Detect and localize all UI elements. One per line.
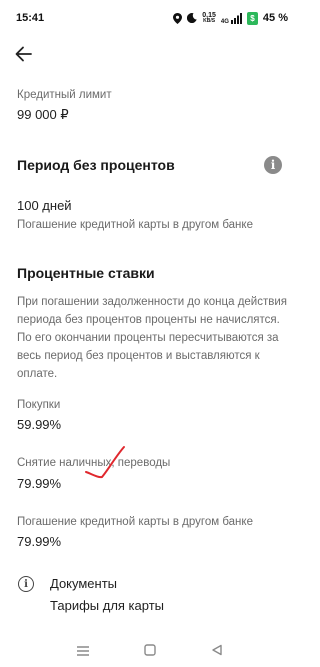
status-bar: 15:41 0,15 KB/S 4G $ 45 % <box>0 0 300 36</box>
grace-period-value: 100 дней <box>17 198 72 213</box>
credit-limit-label: Кредитный лимит <box>17 89 112 101</box>
moon-icon <box>187 13 197 23</box>
credit-limit-value: 99 000 ₽ <box>17 107 69 122</box>
nav-menu-button[interactable] <box>77 643 90 661</box>
documents-title: Документы <box>50 576 118 591</box>
rate-cash-label: Снятие наличных, переводы <box>17 457 171 469</box>
back-triangle-icon <box>211 644 222 655</box>
location-icon <box>173 12 183 24</box>
info-outline-icon: i <box>18 576 34 592</box>
grace-period-description: Погашение кредитной карты в другом банке <box>17 219 253 231</box>
signal-icon <box>230 12 242 24</box>
rate-purchases-label: Покупки <box>17 399 61 411</box>
network-type: 4G <box>220 19 229 25</box>
battery-percent: 45 % <box>262 12 288 24</box>
tariffs-link[interactable]: Тарифы для карты <box>50 598 164 613</box>
net-speed-unit: KB/S <box>203 18 216 24</box>
grace-period-title: Период без процентов <box>17 157 175 173</box>
rate-other-bank-value: 79.99% <box>17 534 62 549</box>
rate-purchases-value: 59.99% <box>17 417 62 432</box>
system-nav-bar <box>0 636 300 667</box>
nav-back-button[interactable] <box>211 643 223 661</box>
battery-saver-icon: $ <box>246 11 258 25</box>
arrow-left-icon <box>15 46 32 62</box>
status-icons: 0,15 KB/S 4G $ 45 % <box>173 11 288 25</box>
info-icon[interactable]: i <box>264 156 282 174</box>
status-time: 15:41 <box>16 12 45 24</box>
home-square-icon <box>144 643 156 656</box>
nav-home-button[interactable] <box>144 643 156 661</box>
rate-cash-value: 79.99% <box>17 476 62 491</box>
rates-description: При погашении задолженности до конца дей… <box>17 296 288 380</box>
menu-icon <box>77 645 90 656</box>
net-speed: 0,15 KB/S <box>202 12 216 24</box>
rates-title: Процентные ставки <box>17 265 155 281</box>
rate-other-bank-label: Погашение кредитной карты в другом банке <box>17 516 253 528</box>
back-button[interactable] <box>12 42 36 66</box>
